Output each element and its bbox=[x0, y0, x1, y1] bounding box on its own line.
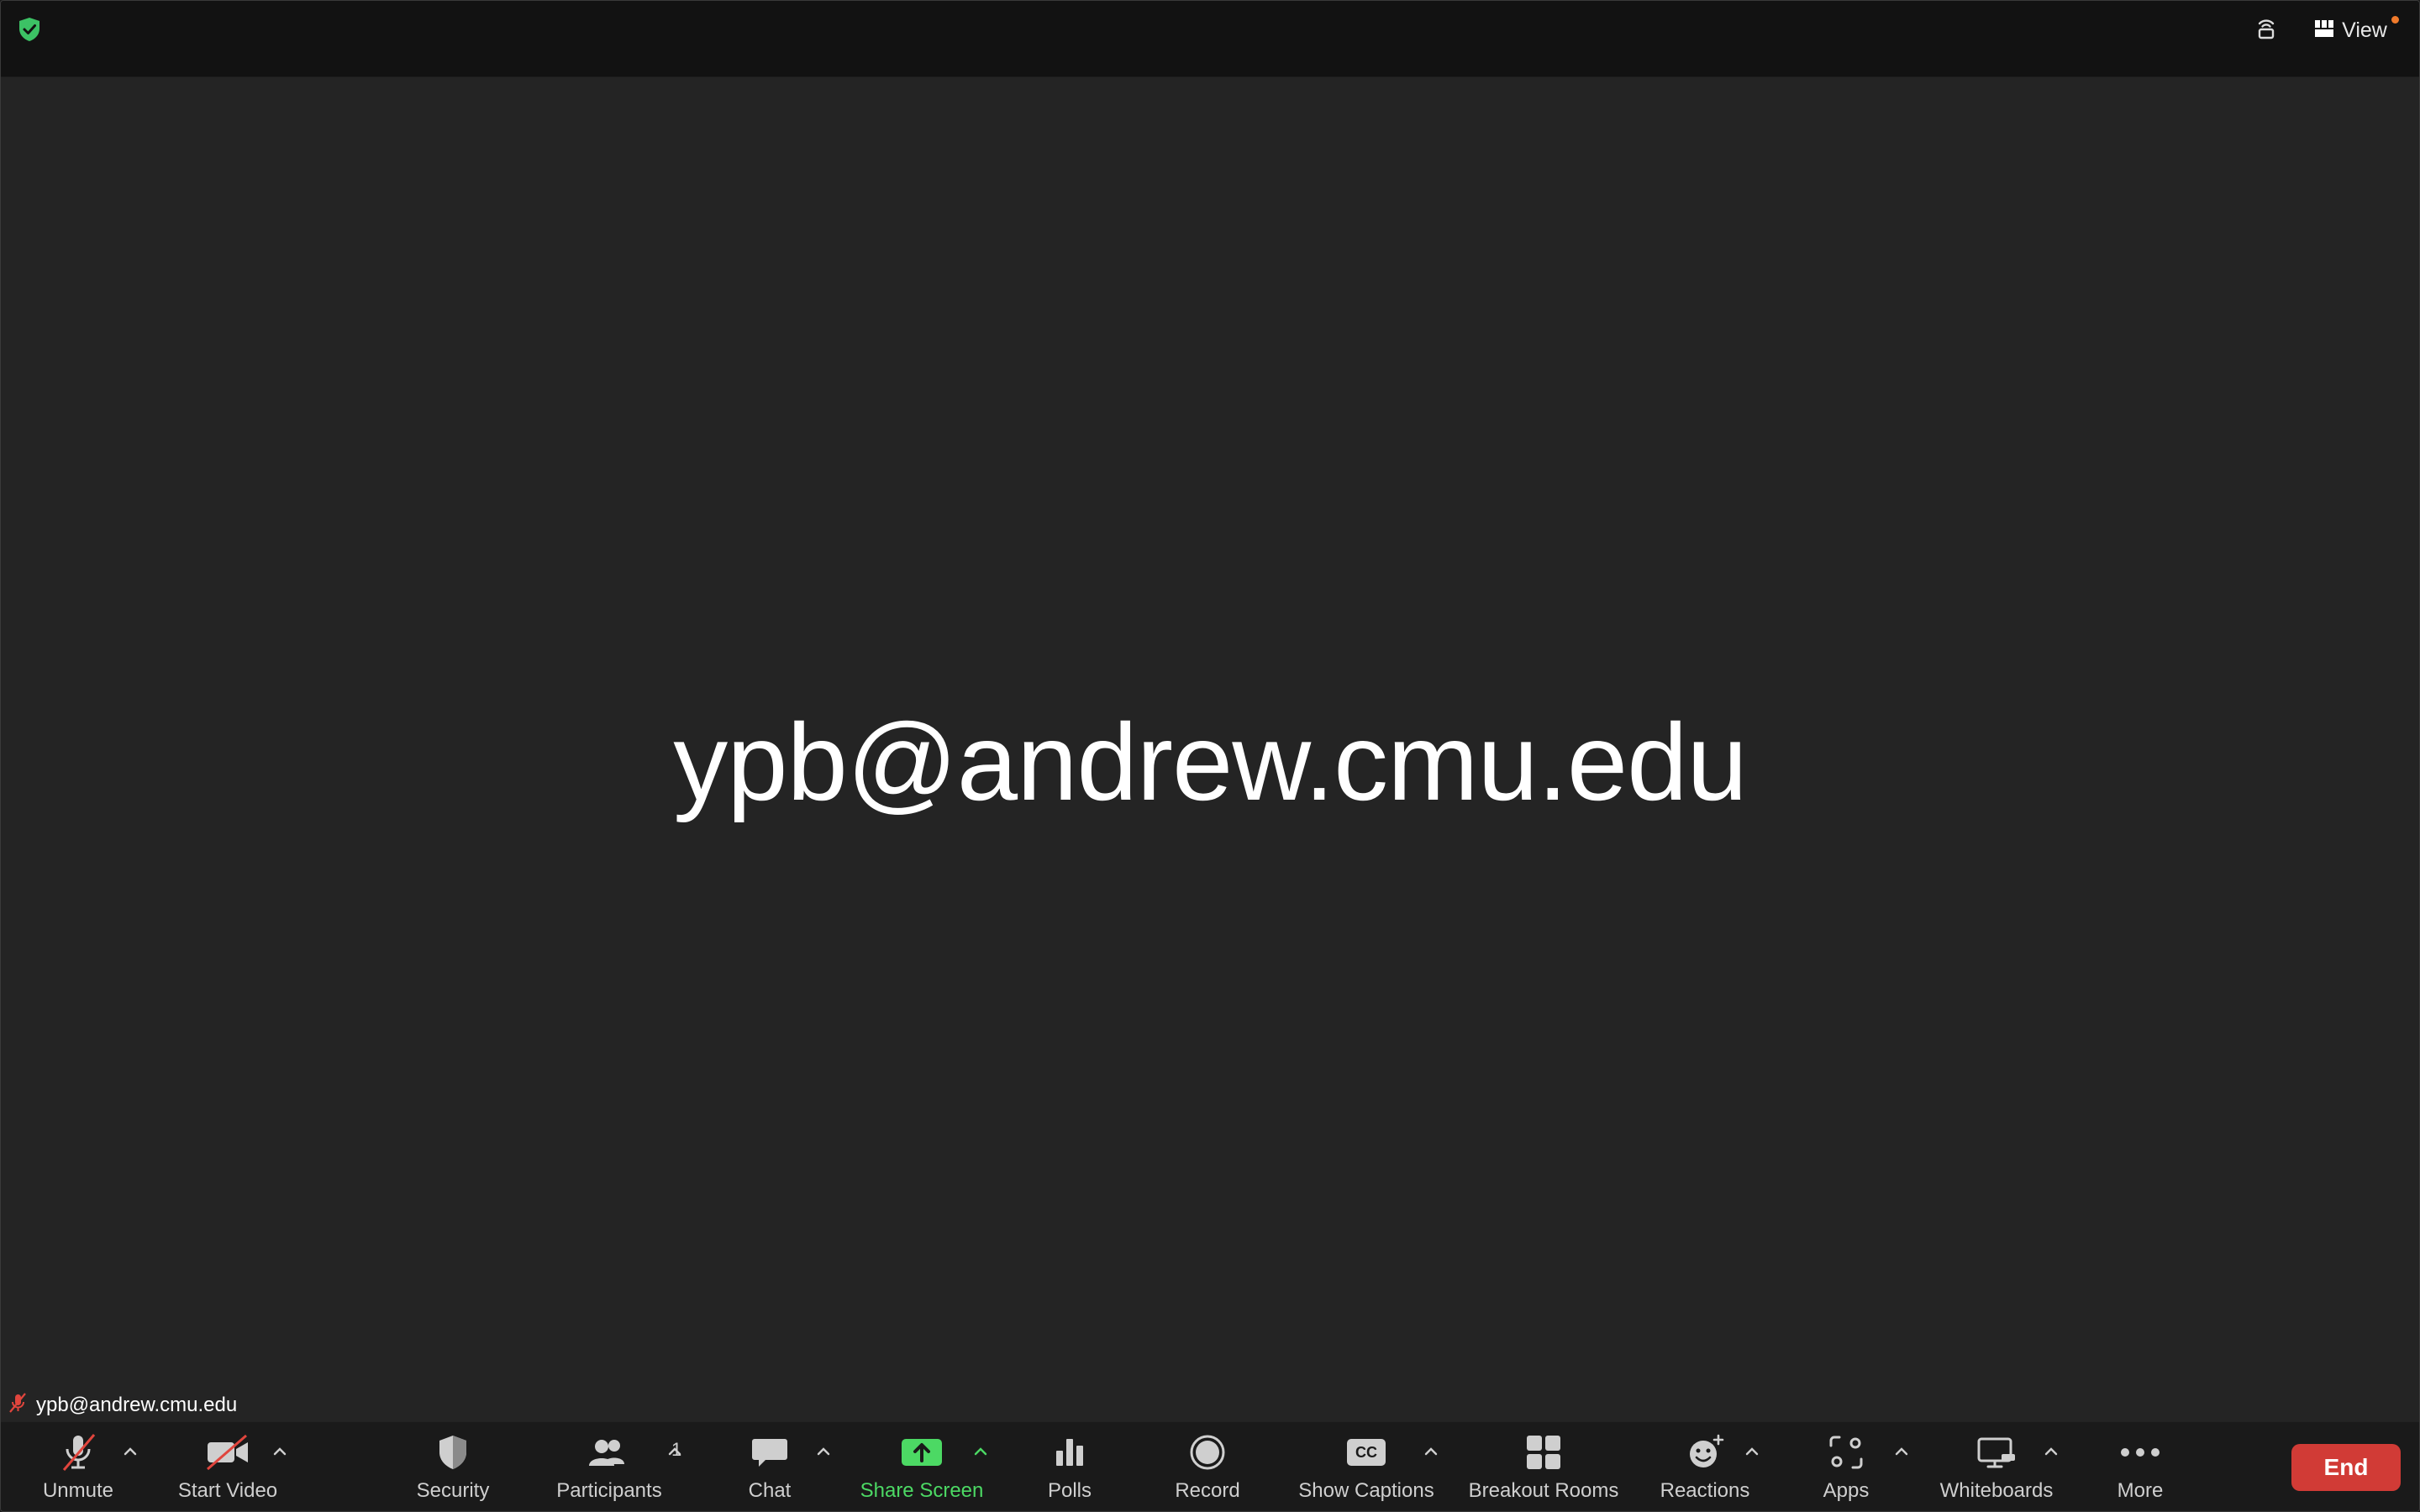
chevron-up-icon bbox=[817, 1445, 830, 1460]
bar-chart-icon bbox=[1053, 1429, 1086, 1476]
cc-badge: CC bbox=[1347, 1439, 1386, 1466]
share-screen-options-caret[interactable] bbox=[971, 1442, 991, 1462]
reactions-options-caret[interactable] bbox=[1742, 1442, 1762, 1462]
record-label: Record bbox=[1175, 1479, 1240, 1502]
chevron-up-icon bbox=[1424, 1445, 1438, 1460]
muted-mic-icon bbox=[8, 1392, 28, 1420]
security-button[interactable]: Security bbox=[411, 1429, 495, 1506]
apps-label: Apps bbox=[1823, 1479, 1870, 1502]
wireless-share-icon bbox=[2254, 16, 2279, 45]
security-label: Security bbox=[416, 1479, 490, 1502]
chevron-up-icon bbox=[124, 1445, 137, 1460]
video-off-icon bbox=[204, 1429, 251, 1476]
reactions-label: Reactions bbox=[1660, 1479, 1750, 1502]
more-dots-icon bbox=[2120, 1429, 2160, 1476]
view-label: View bbox=[2342, 18, 2387, 42]
more-label: More bbox=[2117, 1479, 2164, 1502]
participants-icon: 1 bbox=[587, 1429, 681, 1476]
participant-display-name: ypb@andrew.cmu.edu bbox=[673, 701, 1748, 823]
closed-captions-icon: CC bbox=[1347, 1429, 1386, 1476]
chat-label: Chat bbox=[748, 1479, 792, 1502]
security-shield-icon bbox=[434, 1429, 471, 1476]
chat-button[interactable]: Chat bbox=[732, 1429, 808, 1506]
start-video-button[interactable]: Start Video bbox=[169, 1429, 287, 1506]
encryption-shield-icon[interactable] bbox=[16, 16, 43, 43]
wireless-share-button[interactable] bbox=[2249, 14, 2283, 46]
breakout-rooms-label: Breakout Rooms bbox=[1468, 1479, 1619, 1502]
apps-options-caret[interactable] bbox=[1891, 1442, 1912, 1462]
chevron-up-icon bbox=[1745, 1445, 1759, 1460]
breakout-rooms-grid-icon bbox=[1525, 1429, 1562, 1476]
name-tag-label: ypb@andrew.cmu.edu bbox=[36, 1394, 238, 1416]
more-button[interactable]: More bbox=[2098, 1429, 2182, 1506]
unmute-button[interactable]: Unmute bbox=[36, 1429, 120, 1506]
breakout-rooms-button[interactable]: Breakout Rooms bbox=[1460, 1429, 1628, 1506]
share-screen-button[interactable]: Share Screen bbox=[855, 1429, 989, 1506]
show-captions-label: Show Captions bbox=[1298, 1479, 1434, 1502]
chevron-up-icon bbox=[668, 1445, 681, 1460]
video-options-caret[interactable] bbox=[270, 1442, 290, 1462]
whiteboards-label: Whiteboards bbox=[1939, 1479, 2054, 1502]
start-video-label: Start Video bbox=[177, 1479, 278, 1502]
chevron-up-icon bbox=[1895, 1445, 1908, 1460]
participants-button[interactable]: 1 Participants bbox=[550, 1429, 681, 1506]
polls-button[interactable]: Polls bbox=[1028, 1429, 1112, 1506]
audio-options-caret[interactable] bbox=[120, 1442, 140, 1462]
participant-name-tag: ypb@andrew.cmu.edu bbox=[8, 1390, 237, 1420]
whiteboard-icon bbox=[1976, 1429, 2017, 1476]
whiteboards-options-caret[interactable] bbox=[2041, 1442, 2061, 1462]
end-meeting-button[interactable]: End bbox=[2291, 1444, 2401, 1491]
top-bar: View bbox=[1, 1, 2419, 77]
meeting-toolbar: Unmute Start Video Security 1 Participan… bbox=[1, 1422, 2419, 1511]
record-icon bbox=[1189, 1429, 1226, 1476]
participants-options-caret[interactable] bbox=[665, 1442, 685, 1462]
polls-label: Polls bbox=[1047, 1479, 1092, 1502]
chevron-up-icon bbox=[2044, 1445, 2058, 1460]
share-screen-label: Share Screen bbox=[860, 1479, 984, 1502]
participants-label: Participants bbox=[556, 1479, 662, 1502]
reactions-button[interactable]: Reactions bbox=[1653, 1429, 1757, 1506]
video-stage: ypb@andrew.cmu.edu bbox=[1, 77, 2419, 1421]
apps-button[interactable]: Apps bbox=[1806, 1429, 1886, 1506]
view-button[interactable]: View bbox=[2302, 13, 2401, 48]
notification-dot bbox=[2391, 16, 2399, 24]
apps-icon bbox=[1828, 1429, 1865, 1476]
grid-view-icon bbox=[2315, 18, 2334, 43]
captions-options-caret[interactable] bbox=[1421, 1442, 1441, 1462]
whiteboards-button[interactable]: Whiteboards bbox=[1933, 1429, 2060, 1506]
chat-options-caret[interactable] bbox=[813, 1442, 834, 1462]
unmute-label: Unmute bbox=[42, 1479, 114, 1502]
add-reaction-icon bbox=[1685, 1429, 1725, 1476]
chevron-up-icon bbox=[273, 1445, 287, 1460]
chevron-up-icon bbox=[974, 1445, 987, 1460]
record-button[interactable]: Record bbox=[1165, 1429, 1249, 1506]
muted-microphone-icon bbox=[56, 1429, 100, 1476]
zoom-meeting-window: View ypb@andrew.cmu.edu ypb@andrew.cmu.e… bbox=[0, 0, 2420, 1512]
show-captions-button[interactable]: CC Show Captions bbox=[1286, 1429, 1446, 1506]
share-screen-icon bbox=[900, 1429, 944, 1476]
chat-bubble-icon bbox=[750, 1429, 789, 1476]
